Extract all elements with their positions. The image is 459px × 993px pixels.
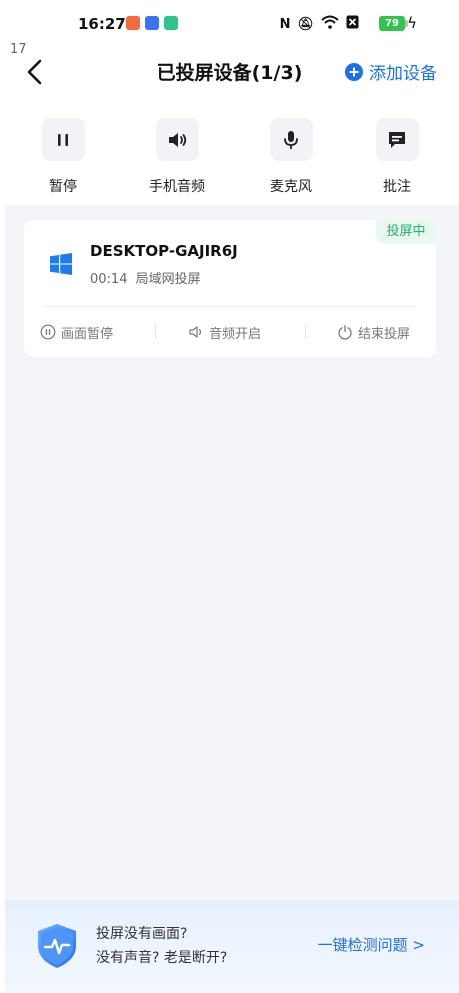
nfc-icon: N <box>279 16 291 32</box>
device-card: 投屏中 DESKTOP-GAJIR6J 00:14 局域网投屏 画面暂停 音频开… <box>24 220 436 357</box>
speaker-icon <box>169 132 187 147</box>
annotation-icon <box>389 131 405 148</box>
microphone-icon <box>284 130 298 149</box>
device-name: DESKTOP-GAJIR6J <box>90 242 238 260</box>
control-label: 手机音频 <box>149 179 205 195</box>
control-annotation[interactable]: 批注 <box>342 118 452 196</box>
cast-notification-icon <box>145 16 159 30</box>
battery-indicator: 79 <box>379 16 405 31</box>
banner-text: 投屏没有画面? 没有声音? 老是断开? <box>96 922 227 970</box>
one-click-detect-link[interactable]: 一键检测问题 > <box>318 934 425 955</box>
plus-circle-icon <box>345 62 363 81</box>
add-device-button[interactable]: 添加设备 <box>345 59 437 84</box>
add-device-label: 添加设备 <box>369 64 437 84</box>
control-label: 麦克风 <box>270 179 312 195</box>
control-microphone[interactable]: 麦克风 <box>236 118 346 196</box>
app-notification-icon <box>126 16 140 30</box>
control-row: 暂停 手机音频 麦克风 批注 <box>0 118 459 198</box>
phone-audio-button[interactable] <box>155 118 199 161</box>
control-phone-audio[interactable]: 手机音频 <box>122 118 232 196</box>
card-actions: 画面暂停 音频开启 结束投屏 <box>24 317 436 347</box>
banner-line-1: 投屏没有画面? <box>96 926 188 942</box>
phone-screen: 16:27 N 🔕︎ 79 ϟ 17 已投屏设备(1/3) 添加设备 暂停 手机… <box>0 0 459 993</box>
cast-duration: 00:14 <box>90 272 128 287</box>
phone-notification-icon <box>164 16 178 30</box>
control-label: 暂停 <box>49 179 77 195</box>
system-icons: N 🔕︎ <box>280 15 359 34</box>
notification-icons <box>126 16 178 30</box>
pause-screen-label: 画面暂停 <box>61 326 114 342</box>
charging-icon: ϟ <box>407 14 417 32</box>
banner-line-2: 没有声音? 老是断开? <box>96 950 228 966</box>
sim-off-icon <box>346 15 359 34</box>
end-cast-button[interactable]: 结束投屏 <box>337 317 410 347</box>
pause-screen-button[interactable]: 画面暂停 <box>40 317 113 347</box>
page-header: 已投屏设备(1/3) 添加设备 <box>0 52 459 92</box>
cast-mode: 局域网投屏 <box>135 272 201 287</box>
power-icon <box>338 325 352 340</box>
microphone-button[interactable] <box>269 118 313 161</box>
pause-circle-icon <box>40 324 56 340</box>
device-list-area: 投屏中 DESKTOP-GAJIR6J 00:14 局域网投屏 画面暂停 音频开… <box>5 205 459 993</box>
shield-icon <box>38 924 76 968</box>
windows-icon <box>50 253 72 275</box>
wifi-icon <box>321 15 339 34</box>
action-separator <box>155 323 156 339</box>
annotation-button[interactable] <box>375 118 419 161</box>
troubleshoot-banner[interactable]: 投屏没有画面? 没有声音? 老是断开? 一键检测问题 > <box>5 900 459 993</box>
speaker-outline-icon <box>189 326 202 338</box>
status-time: 16:27 <box>78 15 126 33</box>
action-separator <box>305 323 306 339</box>
control-label: 批注 <box>383 179 411 195</box>
device-subtitle: 00:14 局域网投屏 <box>90 268 201 287</box>
pause-button[interactable] <box>41 118 85 161</box>
status-bar: 16:27 N 🔕︎ 79 ϟ 17 <box>0 0 459 57</box>
control-pause[interactable]: 暂停 <box>8 118 118 196</box>
mute-icon: 🔕︎ <box>297 16 314 32</box>
audio-toggle-label: 音频开启 <box>209 326 262 342</box>
casting-status-badge: 投屏中 <box>376 220 436 244</box>
pause-icon <box>58 133 68 146</box>
audio-toggle-button[interactable]: 音频开启 <box>188 317 261 347</box>
end-cast-label: 结束投屏 <box>358 326 411 342</box>
card-divider <box>44 306 416 307</box>
